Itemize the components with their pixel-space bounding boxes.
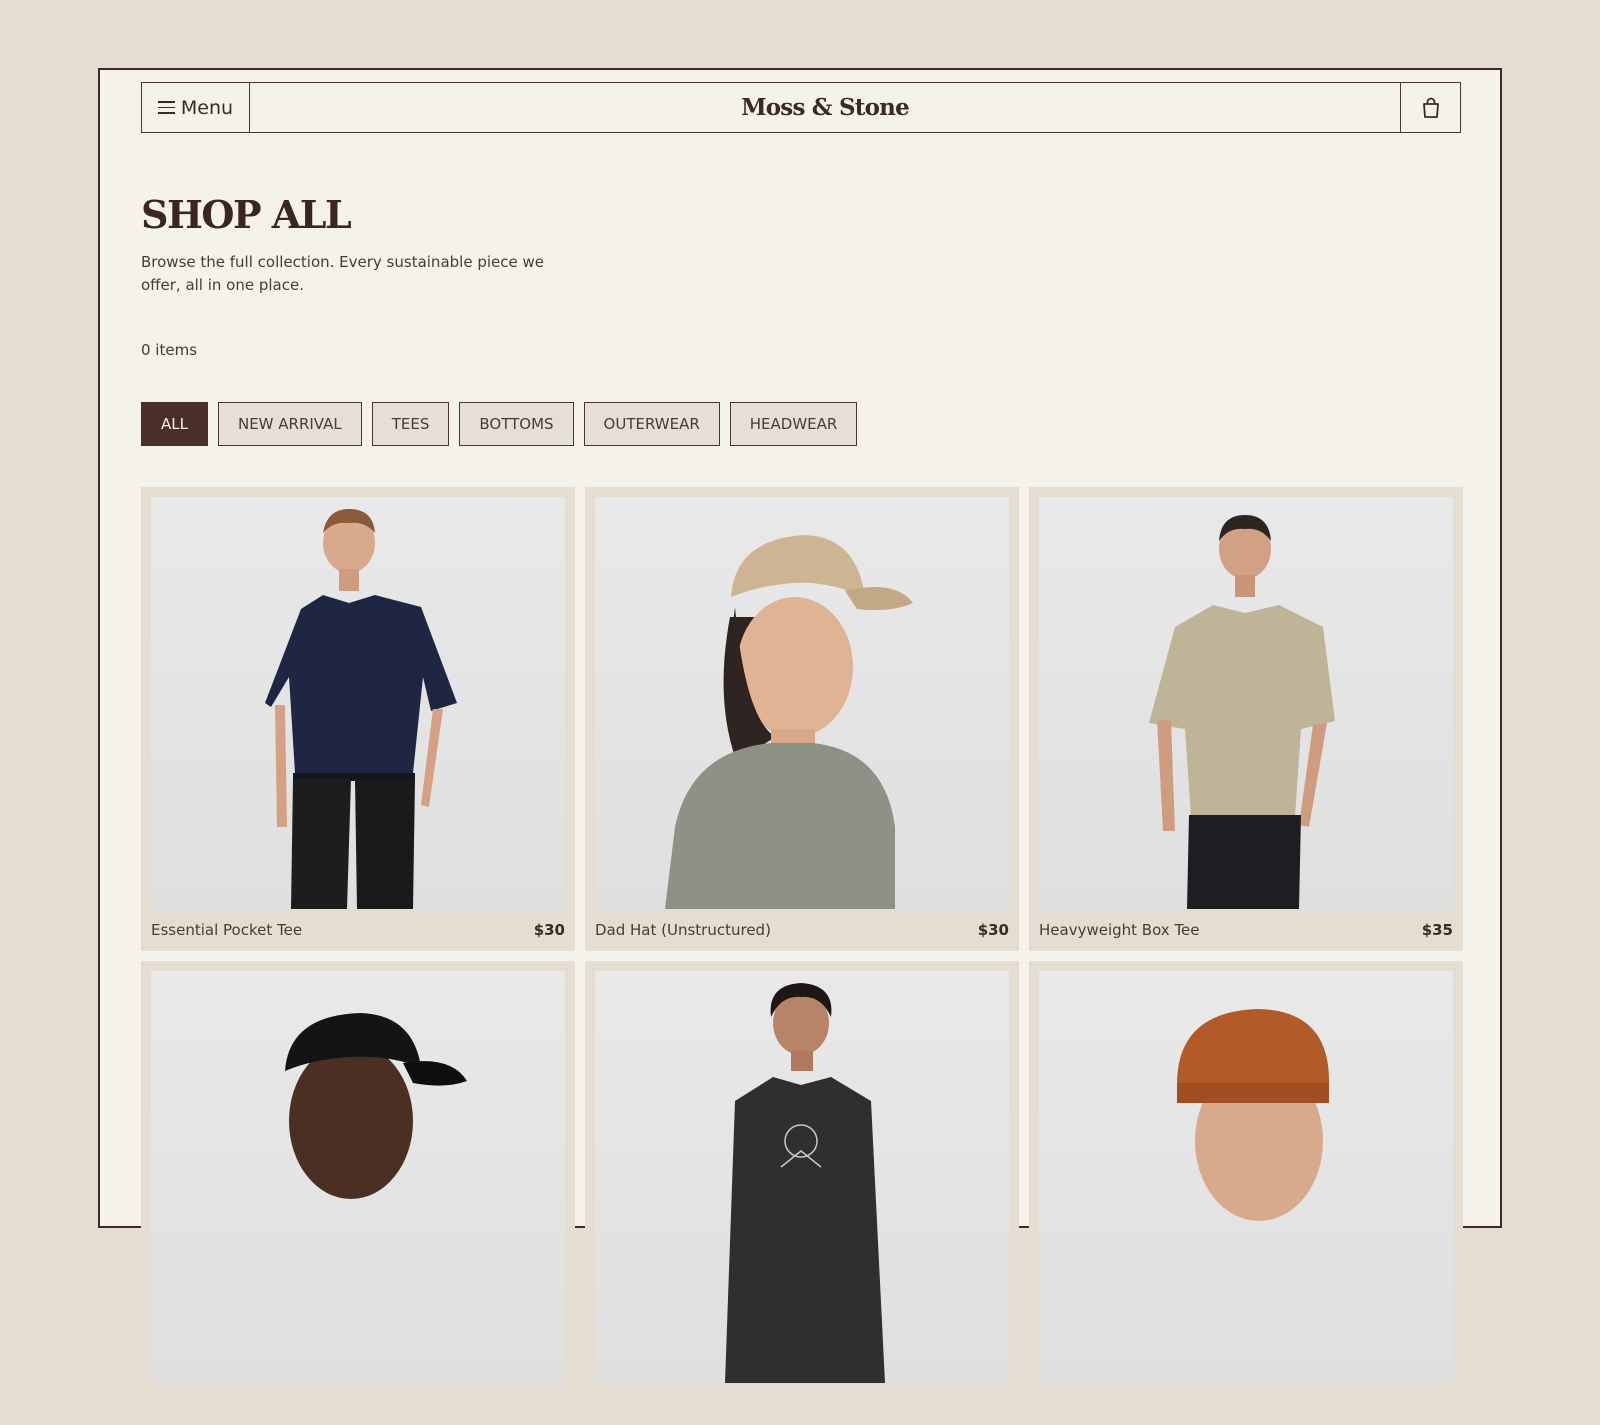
product-image[interactable] <box>151 497 565 909</box>
filter-new-arrival[interactable]: NEW ARRIVAL <box>217 402 362 446</box>
page-frame: Menu Moss & Stone SHOP ALL Browse the fu… <box>98 68 1502 1425</box>
product-card[interactable] <box>141 961 575 1425</box>
product-price: $30 <box>533 921 565 939</box>
page-description: Browse the full collection. Every sustai… <box>141 253 544 294</box>
brand-logo[interactable]: Moss & Stone <box>250 83 1400 132</box>
product-image[interactable] <box>151 971 565 1383</box>
product-name: Essential Pocket Tee <box>151 921 303 939</box>
filter-tees[interactable]: TEES <box>371 402 450 446</box>
hamburger-icon <box>157 101 175 114</box>
page-title: SHOP ALL <box>141 192 352 237</box>
category-filters: ALL NEW ARRIVAL TEES BOTTOMS OUTERWEAR H… <box>141 402 858 446</box>
product-image[interactable] <box>1039 971 1453 1383</box>
top-navbar: Menu Moss & Stone <box>141 82 1461 133</box>
product-image[interactable] <box>595 971 1009 1383</box>
product-price: $30 <box>977 921 1009 939</box>
filter-headwear[interactable]: HEADWEAR <box>729 402 858 446</box>
product-grid: Essential Pocket Tee $30 Dad Hat (Unstru… <box>141 487 1463 1425</box>
product-card[interactable] <box>1029 961 1463 1425</box>
filter-all[interactable]: ALL <box>141 402 208 446</box>
product-price: $35 <box>1421 921 1453 939</box>
menu-button[interactable]: Menu <box>142 83 250 132</box>
menu-label: Menu <box>180 96 234 119</box>
product-image[interactable] <box>1039 497 1453 909</box>
filter-outerwear[interactable]: OUTERWEAR <box>583 402 720 446</box>
product-card[interactable]: Essential Pocket Tee $30 <box>141 487 575 951</box>
product-name: Dad Hat (Unstructured) <box>595 921 771 939</box>
product-card[interactable] <box>585 961 1019 1425</box>
shopping-bag-icon <box>1422 97 1439 118</box>
product-card[interactable]: Heavyweight Box Tee $35 <box>1029 487 1463 951</box>
filter-bottoms[interactable]: BOTTOMS <box>459 402 574 446</box>
product-name: Heavyweight Box Tee <box>1039 921 1200 939</box>
item-count: 0 items <box>141 341 198 359</box>
product-image[interactable] <box>595 497 1009 909</box>
product-card[interactable]: Dad Hat (Unstructured) $30 <box>585 487 1019 951</box>
cart-button[interactable] <box>1400 83 1460 132</box>
